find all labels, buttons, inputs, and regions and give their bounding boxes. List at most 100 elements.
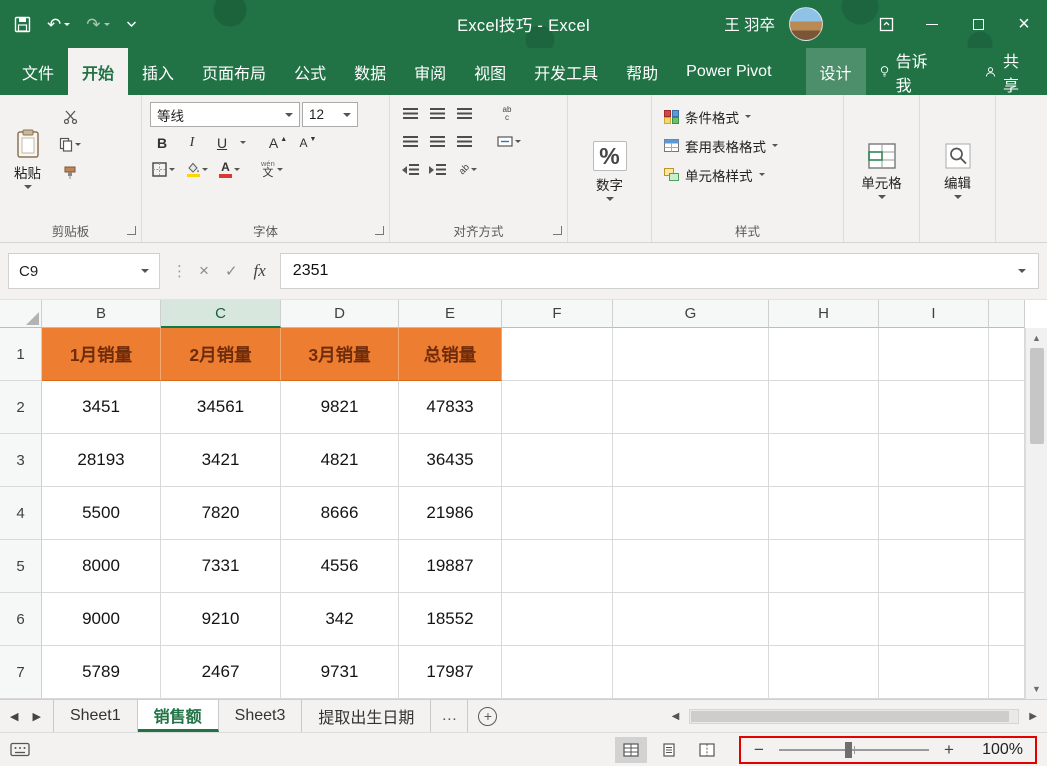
cell-C2[interactable]: 34561 (161, 381, 281, 434)
cell-C1[interactable]: 2月销量 (161, 328, 281, 381)
increase-indent-button[interactable] (425, 158, 449, 181)
empty-cell[interactable] (769, 434, 879, 487)
cell-styles-dropdown-icon[interactable] (758, 173, 765, 176)
underline-dropdown-icon[interactable] (240, 141, 246, 144)
sheet-tab-overflow[interactable]: … (431, 700, 469, 732)
cell-B7[interactable]: 5789 (42, 646, 161, 699)
empty-cell[interactable] (879, 646, 989, 699)
cell-D3[interactable]: 4821 (281, 434, 399, 487)
increase-font-button[interactable]: A ▲ (266, 131, 290, 154)
empty-cell[interactable] (502, 434, 613, 487)
cell-B3[interactable]: 28193 (42, 434, 161, 487)
scroll-right-icon[interactable]: ▶ (1023, 711, 1043, 722)
cell-B1[interactable]: 1月销量 (42, 328, 161, 381)
empty-cell[interactable] (989, 381, 1025, 434)
decrease-font-button[interactable]: A ▼ (296, 131, 320, 154)
empty-cell[interactable] (769, 646, 879, 699)
column-header-H[interactable]: H (769, 300, 879, 328)
next-sheet-icon[interactable]: ▶ (32, 710, 40, 723)
cells-dropdown-icon[interactable] (877, 195, 886, 199)
empty-cell[interactable] (613, 540, 769, 593)
cell-C4[interactable]: 7820 (161, 487, 281, 540)
formula-bar-expand-icon[interactable] (1018, 269, 1026, 273)
align-top-button[interactable] (398, 102, 422, 125)
italic-button[interactable]: I (180, 131, 204, 154)
tab-data[interactable]: 数据 (340, 48, 400, 95)
fill-color-button[interactable] (184, 158, 210, 181)
borders-dropdown-icon[interactable] (169, 168, 175, 171)
confirm-entry-icon[interactable]: ✓ (225, 262, 238, 280)
cut-button[interactable] (57, 105, 83, 128)
cell-D7[interactable]: 9731 (281, 646, 399, 699)
empty-cell[interactable] (879, 487, 989, 540)
tab-design[interactable]: 设计 (805, 48, 866, 95)
align-bottom-button[interactable] (452, 102, 476, 125)
number-format-button[interactable]: % 数字 (587, 139, 633, 203)
underline-button[interactable]: U (210, 131, 234, 154)
copy-dropdown-icon[interactable] (75, 143, 81, 146)
save-button[interactable] (14, 16, 31, 33)
empty-cell[interactable] (769, 328, 879, 381)
paste-dropdown-icon[interactable] (23, 185, 32, 189)
minimize-button[interactable] (909, 0, 955, 48)
column-header-F[interactable]: F (502, 300, 613, 328)
tell-me-button[interactable]: 告诉我 (866, 48, 943, 95)
empty-cell[interactable] (502, 646, 613, 699)
row-header-5[interactable]: 5 (0, 540, 42, 593)
cell-B4[interactable]: 5500 (42, 487, 161, 540)
cell-B2[interactable]: 3451 (42, 381, 161, 434)
orientation-dropdown-icon[interactable] (471, 168, 478, 171)
close-button[interactable]: × (1001, 0, 1047, 48)
empty-cell[interactable] (613, 593, 769, 646)
page-break-preview-button[interactable] (691, 737, 723, 763)
row-header-6[interactable]: 6 (0, 593, 42, 646)
ribbon-display-options-button[interactable] (863, 0, 909, 48)
empty-cell[interactable] (769, 593, 879, 646)
align-left-button[interactable] (398, 130, 422, 153)
tab-home[interactable]: 开始 (68, 48, 129, 95)
cell-D4[interactable]: 8666 (281, 487, 399, 540)
font-color-button[interactable]: A (217, 158, 242, 181)
row-header-3[interactable]: 3 (0, 434, 42, 487)
cell-C3[interactable]: 3421 (161, 434, 281, 487)
empty-cell[interactable] (613, 328, 769, 381)
page-layout-view-button[interactable] (653, 737, 685, 763)
tab-help[interactable]: 帮助 (612, 48, 672, 95)
borders-button[interactable] (150, 158, 177, 181)
user-avatar[interactable] (789, 7, 823, 41)
empty-cell[interactable] (879, 434, 989, 487)
cell-D6[interactable]: 342 (281, 593, 399, 646)
empty-cell[interactable] (989, 540, 1025, 593)
customize-qat-button[interactable] (126, 20, 137, 28)
redo-dropdown-icon[interactable] (103, 22, 110, 26)
column-header-partial[interactable] (989, 300, 1025, 328)
empty-cell[interactable] (879, 328, 989, 381)
tab-review[interactable]: 审阅 (400, 48, 460, 95)
normal-view-button[interactable] (615, 736, 647, 763)
cell-D2[interactable]: 9821 (281, 381, 399, 434)
cell-E5[interactable]: 19887 (399, 540, 502, 593)
sheet-tab-sheet1[interactable]: Sheet1 (52, 700, 138, 732)
scroll-down-icon[interactable]: ▼ (1026, 679, 1047, 699)
conditional-dropdown-icon[interactable] (745, 115, 751, 118)
empty-cell[interactable] (502, 593, 613, 646)
zoom-in-button[interactable]: + (941, 740, 957, 760)
vertical-scrollbar[interactable]: ▲ ▼ (1025, 328, 1047, 699)
accessibility-keyboard-icon[interactable] (10, 742, 30, 757)
copy-button[interactable] (57, 133, 83, 156)
scroll-up-icon[interactable]: ▲ (1026, 328, 1047, 348)
tab-page-layout[interactable]: 页面布局 (188, 48, 280, 95)
fill-color-dropdown-icon[interactable] (202, 168, 208, 171)
select-all-button[interactable] (0, 300, 42, 328)
vertical-scrollbar-thumb[interactable] (1029, 348, 1044, 444)
cell-E4[interactable]: 21986 (399, 487, 502, 540)
font-name-combo[interactable]: 等线 (150, 102, 300, 127)
empty-cell[interactable] (613, 381, 769, 434)
column-header-C[interactable]: C (161, 300, 281, 328)
number-dropdown-icon[interactable] (605, 197, 614, 201)
phonetic-dropdown-icon[interactable] (276, 168, 283, 171)
column-header-D[interactable]: D (281, 300, 399, 328)
cell-E3[interactable]: 36435 (399, 434, 502, 487)
sheet-tab-xiaoshoue[interactable]: 销售额 (137, 700, 219, 732)
phonetic-guide-button[interactable]: wén 文 (259, 158, 285, 181)
